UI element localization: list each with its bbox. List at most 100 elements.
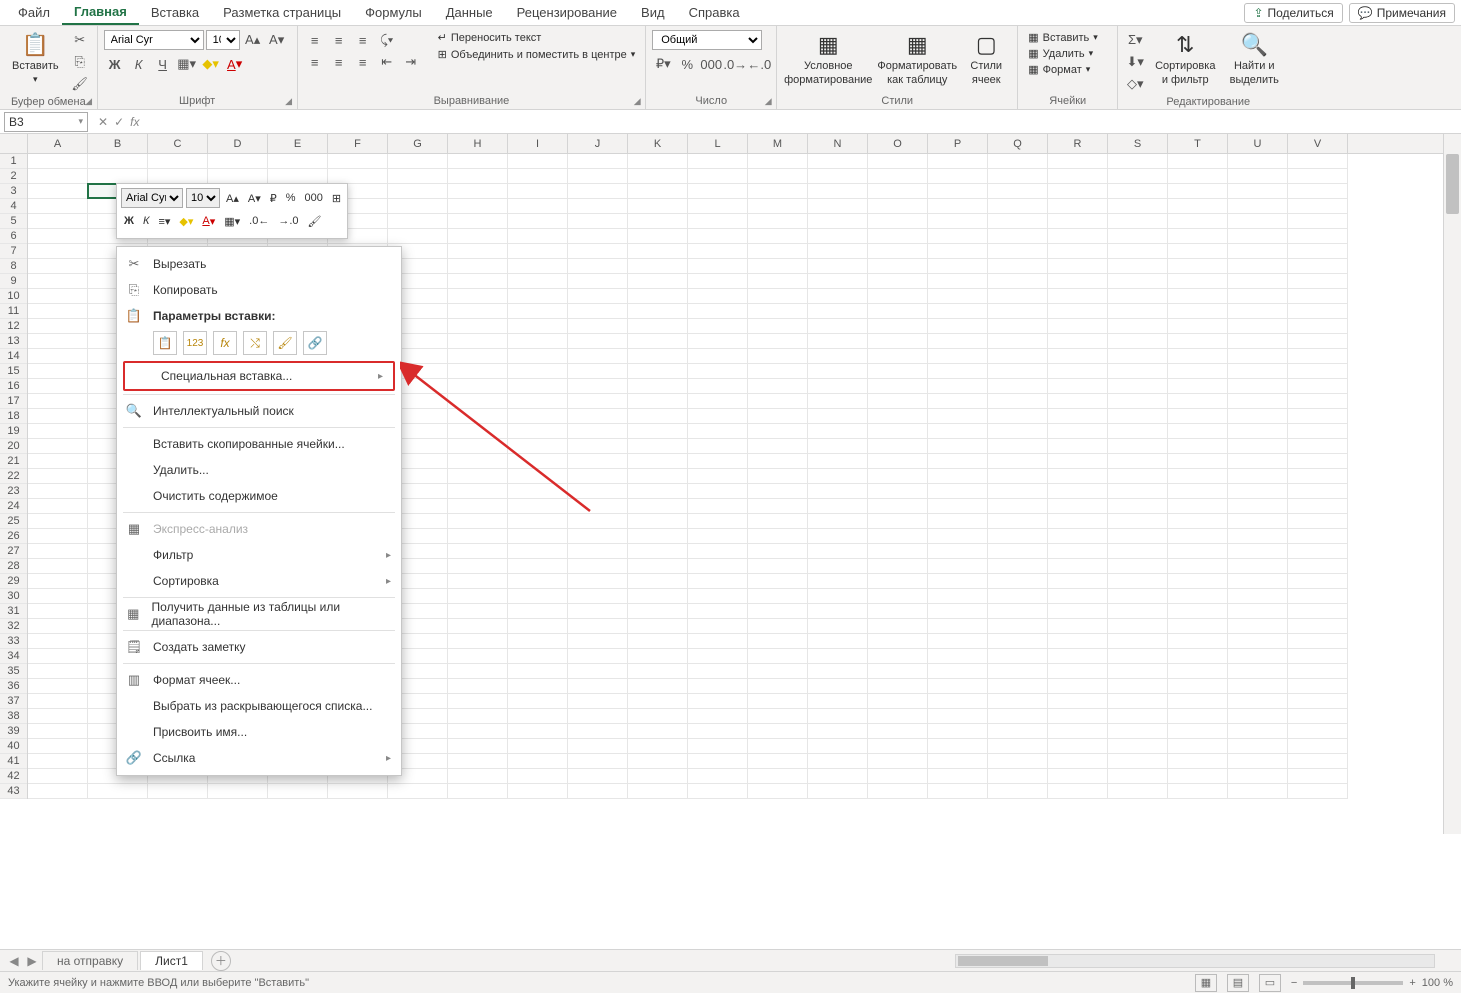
- cell[interactable]: [988, 634, 1048, 649]
- row-header[interactable]: 6: [0, 229, 27, 244]
- paste-values[interactable]: 123: [183, 331, 207, 355]
- col-header[interactable]: G: [388, 134, 448, 153]
- cell[interactable]: [748, 439, 808, 454]
- align-center-button[interactable]: ≡: [328, 52, 350, 72]
- cell[interactable]: [1108, 544, 1168, 559]
- cell[interactable]: [928, 709, 988, 724]
- tab-file[interactable]: Файл: [6, 1, 62, 24]
- cell[interactable]: [1108, 244, 1168, 259]
- indent-inc-button[interactable]: ⇥: [400, 52, 422, 72]
- cell[interactable]: [568, 229, 628, 244]
- cell[interactable]: [808, 559, 868, 574]
- cell[interactable]: [508, 769, 568, 784]
- cell[interactable]: [568, 214, 628, 229]
- cell[interactable]: [1168, 574, 1228, 589]
- view-page-layout-button[interactable]: ▤: [1227, 974, 1249, 992]
- cell[interactable]: [628, 184, 688, 199]
- sheet-nav-prev[interactable]: ◀: [6, 954, 22, 968]
- cell[interactable]: [688, 619, 748, 634]
- cell[interactable]: [148, 154, 208, 169]
- cell[interactable]: [88, 169, 148, 184]
- row-header[interactable]: 14: [0, 349, 27, 364]
- cell[interactable]: [508, 334, 568, 349]
- cancel-formula-button[interactable]: ✕: [98, 115, 108, 129]
- cell[interactable]: [1048, 499, 1108, 514]
- cell[interactable]: [28, 724, 88, 739]
- cell[interactable]: [568, 289, 628, 304]
- cell[interactable]: [868, 679, 928, 694]
- sheet-tab-2[interactable]: Лист1: [140, 951, 203, 970]
- cell[interactable]: [1168, 214, 1228, 229]
- cell[interactable]: [568, 544, 628, 559]
- ctx-cut[interactable]: ✂Вырезать: [117, 251, 401, 277]
- cell[interactable]: [628, 244, 688, 259]
- cell[interactable]: [868, 454, 928, 469]
- tab-review[interactable]: Рецензирование: [505, 1, 629, 24]
- cell[interactable]: [448, 544, 508, 559]
- cell[interactable]: [628, 379, 688, 394]
- cell[interactable]: [868, 529, 928, 544]
- cell[interactable]: [928, 319, 988, 334]
- cell[interactable]: [988, 529, 1048, 544]
- cell[interactable]: [988, 424, 1048, 439]
- cell[interactable]: [1108, 769, 1168, 784]
- cell[interactable]: [1228, 499, 1288, 514]
- cell[interactable]: [1108, 634, 1168, 649]
- col-header[interactable]: K: [628, 134, 688, 153]
- cell[interactable]: [508, 529, 568, 544]
- cell[interactable]: [448, 649, 508, 664]
- cell[interactable]: [808, 319, 868, 334]
- cell[interactable]: [928, 304, 988, 319]
- cell[interactable]: [748, 634, 808, 649]
- cell[interactable]: [688, 739, 748, 754]
- cell[interactable]: [1048, 424, 1108, 439]
- col-header[interactable]: A: [28, 134, 88, 153]
- cell[interactable]: [1288, 304, 1348, 319]
- cell[interactable]: [628, 349, 688, 364]
- cell[interactable]: [928, 769, 988, 784]
- view-page-break-button[interactable]: ▭: [1259, 974, 1281, 992]
- cell[interactable]: [448, 769, 508, 784]
- cell[interactable]: [988, 679, 1048, 694]
- row-header[interactable]: 40: [0, 739, 27, 754]
- cell[interactable]: [988, 649, 1048, 664]
- cell[interactable]: [568, 679, 628, 694]
- cell[interactable]: [808, 634, 868, 649]
- col-header[interactable]: M: [748, 134, 808, 153]
- cell[interactable]: [1228, 379, 1288, 394]
- cell[interactable]: [928, 484, 988, 499]
- cell[interactable]: [1108, 649, 1168, 664]
- cell[interactable]: [508, 289, 568, 304]
- cell[interactable]: [1228, 709, 1288, 724]
- cell[interactable]: [1288, 349, 1348, 364]
- cell[interactable]: [448, 679, 508, 694]
- format-painter-button[interactable]: 🖌: [69, 74, 91, 94]
- name-box[interactable]: B3▾: [4, 112, 88, 132]
- row-header[interactable]: 21: [0, 454, 27, 469]
- view-normal-button[interactable]: ▦: [1195, 974, 1217, 992]
- cell[interactable]: [868, 604, 928, 619]
- mini-dec-right[interactable]: →.0: [275, 211, 301, 231]
- cell[interactable]: [748, 484, 808, 499]
- cell[interactable]: [1048, 289, 1108, 304]
- cell[interactable]: [868, 169, 928, 184]
- cell[interactable]: [1108, 154, 1168, 169]
- cell[interactable]: [688, 769, 748, 784]
- cell[interactable]: [808, 349, 868, 364]
- cell[interactable]: [928, 589, 988, 604]
- cell[interactable]: [1168, 679, 1228, 694]
- cell[interactable]: [1108, 364, 1168, 379]
- cell[interactable]: [1108, 274, 1168, 289]
- cell[interactable]: [688, 334, 748, 349]
- col-header[interactable]: O: [868, 134, 928, 153]
- cell[interactable]: [1228, 289, 1288, 304]
- cell[interactable]: [1108, 469, 1168, 484]
- cell[interactable]: [1228, 334, 1288, 349]
- cell[interactable]: [1048, 334, 1108, 349]
- cell[interactable]: [1108, 394, 1168, 409]
- cell[interactable]: [988, 379, 1048, 394]
- cell[interactable]: [1228, 184, 1288, 199]
- cell[interactable]: [748, 244, 808, 259]
- cell[interactable]: [1228, 484, 1288, 499]
- cell[interactable]: [628, 754, 688, 769]
